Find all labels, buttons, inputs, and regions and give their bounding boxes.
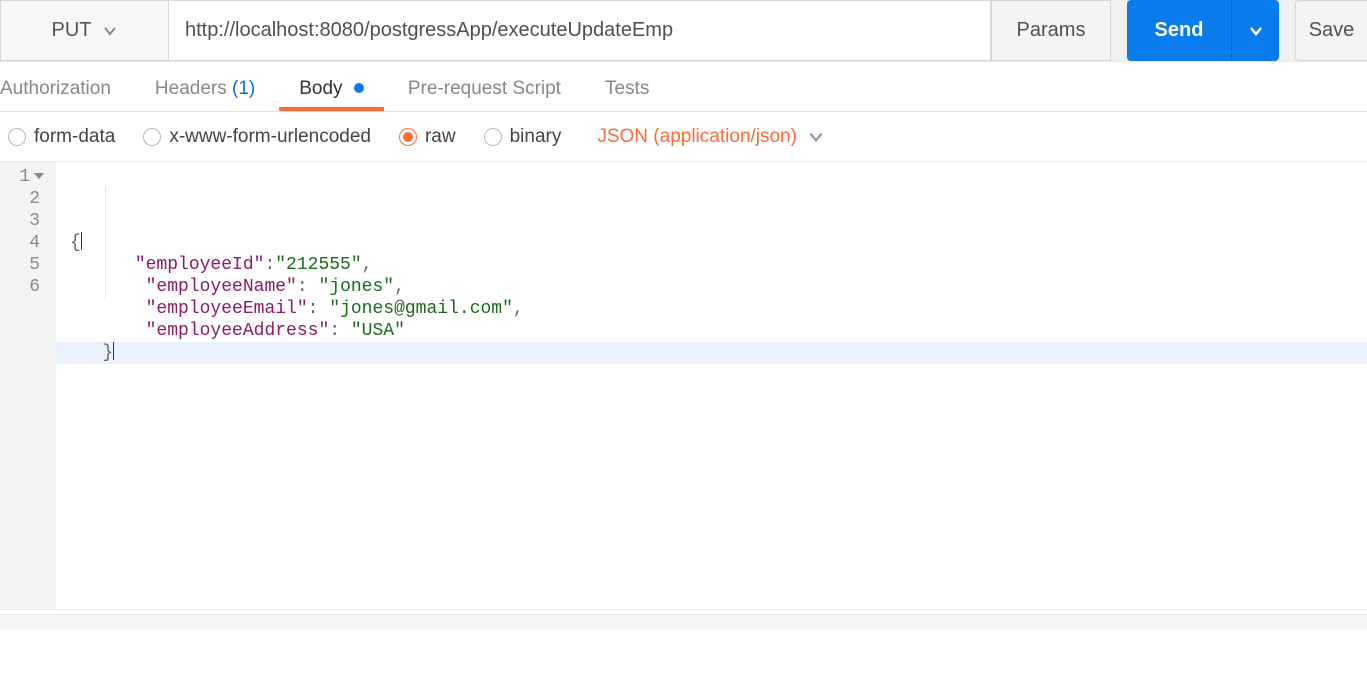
content-type-select[interactable]: JSON (application/json) [597,126,825,148]
tab-body[interactable]: Body [299,64,364,110]
code-line: "employeeAddress": "USA" [70,320,1367,342]
gutter-line: 1 [0,166,56,188]
send-button[interactable]: Send [1127,0,1232,61]
editor-content[interactable]: { "employeeId":"212555", "employeeName":… [56,162,1367,609]
indent-guide [105,188,106,298]
tab-authorization[interactable]: Authorization [0,64,111,110]
gutter-line: 6 [0,276,56,298]
radio-icon [399,128,417,146]
tab-tests[interactable]: Tests [605,64,649,110]
tab-headers[interactable]: Headers (1) [155,64,255,110]
request-tabs: Authorization Headers (1) Body Pre-reque… [0,62,1367,112]
radio-binary[interactable]: binary [484,126,562,148]
modified-indicator-icon [354,83,364,93]
request-bar: PUT Params Send Save [0,0,1367,62]
caret-icon [113,342,114,360]
caret-icon [81,232,82,250]
radio-icon [143,128,161,146]
radio-label: x-www-form-urlencoded [169,126,371,148]
radio-label: raw [425,126,456,148]
tab-prerequest[interactable]: Pre-request Script [408,64,561,110]
tab-body-label: Body [299,78,342,99]
code-line: "employeeName": "jones", [70,276,1367,298]
bottom-strip [0,614,1367,630]
chevron-down-icon [807,128,825,146]
body-editor: 123456 { "employeeId":"212555", "employe… [0,162,1367,610]
radio-urlencoded[interactable]: x-www-form-urlencoded [143,126,371,148]
tab-headers-label: Headers [155,78,227,99]
code-line: "employeeEmail": "jones@gmail.com", [70,298,1367,320]
content-type-value: JSON (application/json) [597,126,797,148]
radio-icon [484,128,502,146]
params-button[interactable]: Params [991,0,1111,61]
radio-raw[interactable]: raw [399,126,456,148]
send-button-group: Send [1127,0,1279,61]
radio-icon [8,128,26,146]
chevron-down-icon [102,23,118,39]
editor-gutter: 123456 [0,162,56,609]
chevron-down-icon [1248,23,1264,39]
http-method-select[interactable]: PUT [0,0,168,61]
radio-label: form-data [34,126,115,148]
code-line: { [70,232,1367,254]
save-button[interactable]: Save [1295,0,1367,61]
gutter-line: 4 [0,232,56,254]
http-method-value: PUT [52,19,92,42]
radio-form-data[interactable]: form-data [8,126,115,148]
tab-headers-count: (1) [232,78,255,99]
code-line: } [56,342,1367,364]
code-line: "employeeId":"212555", [70,254,1367,276]
gutter-line: 3 [0,210,56,232]
body-type-row: form-data x-www-form-urlencoded raw bina… [0,112,1367,162]
radio-label: binary [510,126,562,148]
url-input[interactable] [168,0,991,61]
gutter-line: 5 [0,254,56,276]
send-dropdown-button[interactable] [1232,0,1279,61]
gutter-line: 2 [0,188,56,210]
